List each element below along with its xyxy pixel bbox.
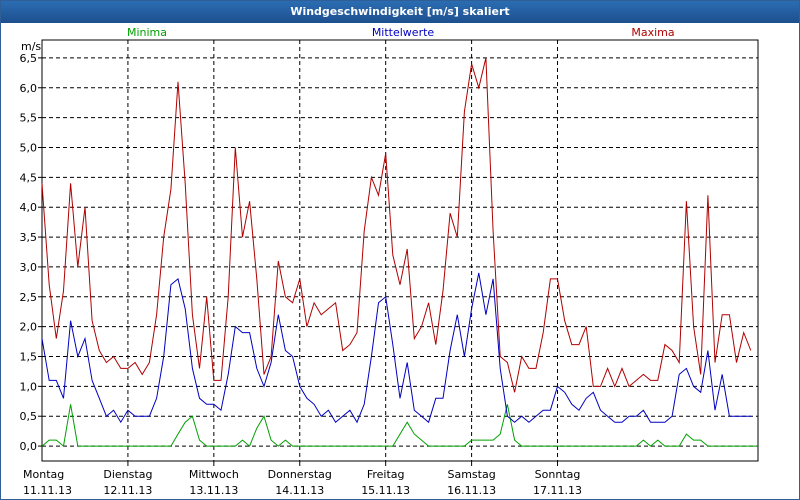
y-axis-unit: m/s <box>21 40 41 53</box>
x-tick-date: 14.11.13 <box>275 484 324 497</box>
legend-minima: Minima <box>127 26 167 39</box>
legend-mittelwerte: Mittelwerte <box>372 26 435 39</box>
x-tick-date: 11.11.13 <box>23 484 72 497</box>
y-tick-label: 2,0 <box>20 321 38 334</box>
y-tick-label: 3,5 <box>20 231 38 244</box>
x-tick-date: 16.11.13 <box>447 484 496 497</box>
x-tick-date: 12.11.13 <box>103 484 152 497</box>
y-tick-label: 6,5 <box>20 52 38 65</box>
y-tick-label: 1,0 <box>20 380 38 393</box>
y-tick-label: 5,5 <box>20 112 38 125</box>
y-tick-label: 3,0 <box>20 261 38 274</box>
x-tick-day: Mittwoch <box>189 468 239 481</box>
y-tick-label: 0,0 <box>20 440 38 453</box>
legend-maxima: Maxima <box>631 26 674 39</box>
x-tick-day: Montag <box>23 468 64 481</box>
x-tick-date: 15.11.13 <box>361 484 410 497</box>
wind-speed-chart: 0,0 0,5 1,0 1,5 2,0 2,5 3,0 3,5 4,0 4,5 5,0 5,5 6,0 6… <box>20 26 759 497</box>
y-tick-label: 1,5 <box>20 350 38 363</box>
x-tick-day: Sonntag <box>535 468 581 481</box>
x-tick-date: 17.11.13 <box>533 484 582 497</box>
y-tick-label: 2,5 <box>20 291 38 304</box>
x-tick-day: Freitag <box>367 468 405 481</box>
y-tick-label: 4,5 <box>20 171 38 184</box>
x-tick-day: Donnerstag <box>268 468 332 481</box>
chart-window: Windgeschwindigkeit [m/s] skaliert 0,0 0,… <box>0 0 800 500</box>
y-tick-label: 5,0 <box>20 141 38 154</box>
y-tick-label: 0,5 <box>20 410 38 423</box>
y-tick-label: 6,0 <box>20 82 38 95</box>
window-title: Windgeschwindigkeit [m/s] skaliert <box>1 1 799 23</box>
x-tick-day: Dienstag <box>103 468 152 481</box>
x-tick-date: 13.11.13 <box>189 484 238 497</box>
x-tick-day: Samstag <box>447 468 495 481</box>
y-tick-label: 4,0 <box>20 201 38 214</box>
